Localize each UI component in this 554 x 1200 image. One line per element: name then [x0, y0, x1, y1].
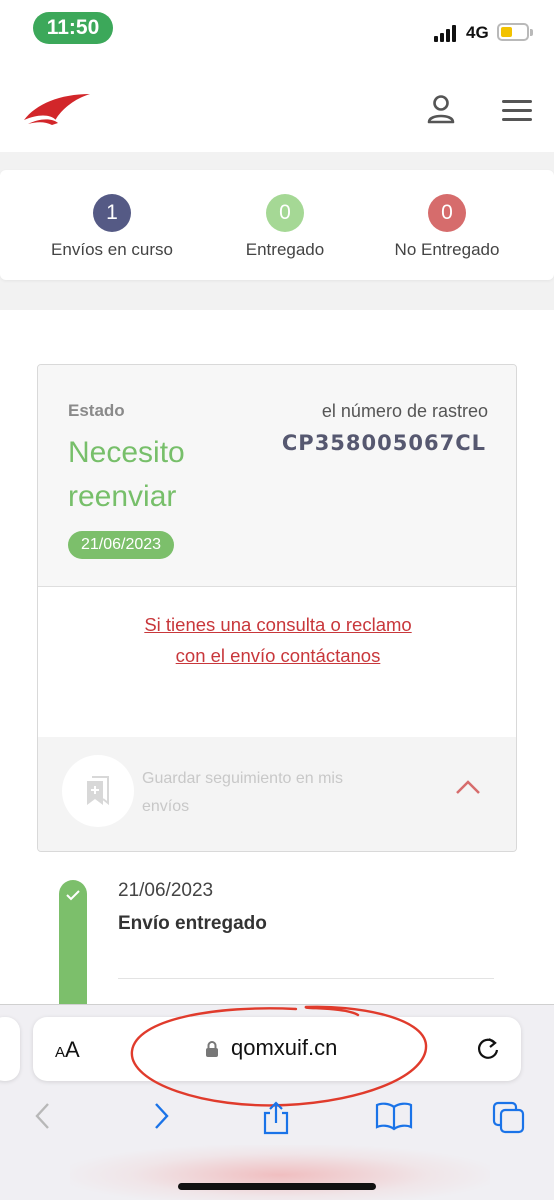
stat-no-entregado[interactable]: 0 No Entregado	[357, 194, 537, 260]
user-icon[interactable]	[424, 92, 458, 126]
network-type: 4G	[466, 23, 489, 42]
timeline-bar	[59, 880, 87, 1020]
battery-icon	[497, 23, 533, 41]
estado-value: Necesito reenviar	[68, 436, 185, 513]
hamburger-menu-icon[interactable]	[500, 98, 534, 124]
bookmark-add-icon	[87, 776, 109, 806]
background-glow	[70, 1145, 490, 1200]
shipment-summary: 1 Envíos en curso 0 Entregado 0 No Entre…	[0, 170, 554, 280]
home-indicator[interactable]	[178, 1183, 376, 1190]
check-icon	[66, 890, 80, 901]
timeline-date: 21/06/2023	[118, 880, 214, 901]
estado-label: Estado	[68, 401, 125, 420]
chevron-up-icon[interactable]	[454, 777, 482, 797]
save-tracking-row[interactable]: Guardar seguimiento en mis envíos	[38, 737, 516, 851]
browser-toolbar: AA qomxuif.cn	[0, 1004, 554, 1200]
text-size-button[interactable]: AA	[55, 1037, 80, 1063]
stat-entregado[interactable]: 0 Entregado	[195, 194, 375, 260]
status-section: Estado Necesito reenviar 21/06/2023 el n…	[38, 365, 516, 587]
tracking-panel: Estado Necesito reenviar 21/06/2023 el n…	[0, 310, 554, 1020]
status-bar: 11:50 4G	[0, 0, 554, 60]
timeline: 21/06/2023 Envío entregado	[37, 852, 517, 1020]
stat-en-curso[interactable]: 1 Envíos en curso	[22, 194, 202, 260]
count-badge: 1	[93, 194, 131, 232]
share-icon[interactable]	[260, 1101, 292, 1135]
red-wing-logo[interactable]	[22, 90, 92, 126]
save-tracking-button[interactable]	[62, 755, 134, 827]
stat-label: Envíos en curso	[51, 240, 173, 259]
tabs-icon[interactable]	[492, 1101, 526, 1135]
signal-strength-icon	[434, 24, 460, 42]
shipment-detail-card: Estado Necesito reenviar 21/06/2023 el n…	[37, 364, 517, 852]
previous-tab-preview[interactable]	[0, 1017, 20, 1081]
contact-link[interactable]: Si tienes una consulta o reclamo con el …	[138, 609, 418, 671]
back-icon[interactable]	[32, 1101, 54, 1131]
timeline-divider	[118, 978, 494, 979]
status-time: 11:50	[33, 12, 113, 44]
save-tracking-label: Guardar seguimiento en mis envíos	[142, 770, 343, 815]
contact-section: Si tienes una consulta o reclamo con el …	[38, 587, 516, 737]
count-badge: 0	[266, 194, 304, 232]
count-badge: 0	[428, 194, 466, 232]
status-date-badge: 21/06/2023	[68, 531, 175, 559]
site-header	[0, 60, 554, 152]
stat-label: No Entregado	[394, 240, 500, 259]
tracking-number: CP358005067CL	[281, 431, 486, 455]
tracking-label: el número de rastreo	[321, 401, 488, 421]
bookmarks-icon[interactable]	[375, 1101, 413, 1131]
timeline-event: Envío entregado	[118, 913, 267, 934]
forward-icon[interactable]	[150, 1101, 172, 1131]
stat-label: Entregado	[245, 240, 325, 259]
reload-icon[interactable]	[475, 1036, 501, 1062]
